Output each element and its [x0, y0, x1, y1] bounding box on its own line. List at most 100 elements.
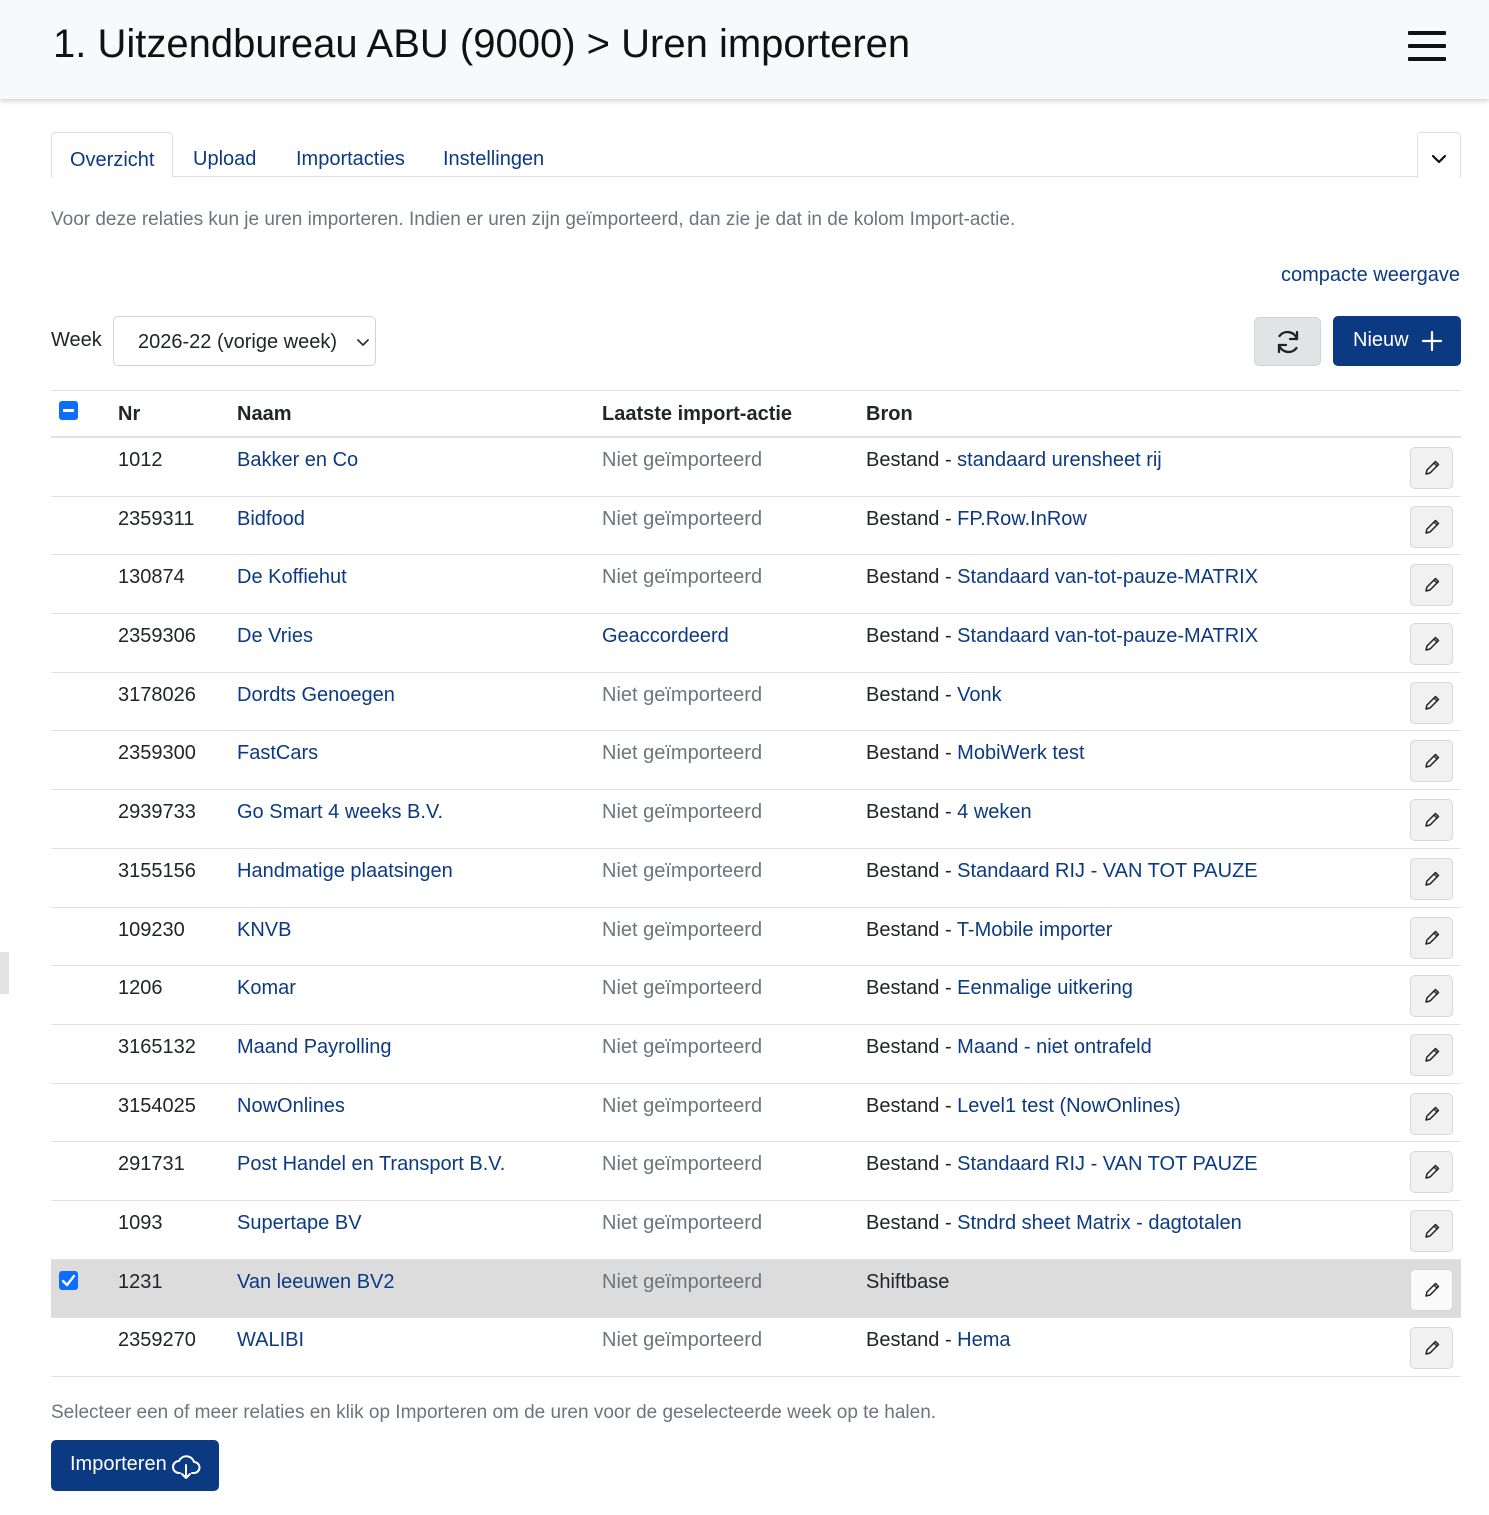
edit-button[interactable] [1410, 740, 1453, 783]
table-row[interactable]: 1012 Bakker en Co Niet geïmporteerd Bestand… [51, 438, 1461, 497]
edit-button[interactable] [1410, 916, 1453, 959]
row-name-link[interactable]: Komar [237, 977, 296, 1000]
bron-link[interactable]: Level1 test (NowOnlines) [957, 1095, 1180, 1117]
week-label: Week [51, 329, 102, 351]
bron-link[interactable]: MobiWerk test [957, 742, 1084, 764]
bron-link[interactable]: Standaard RIJ - VAN TOT PAUZE [957, 1153, 1257, 1175]
table-row[interactable]: 2359311 Bidfood Niet geïmporteerd Bestand -… [51, 497, 1461, 556]
row-import-status: Niet geïmporteerd [602, 742, 763, 765]
row-checkbox[interactable] [59, 1270, 78, 1290]
table-row[interactable]: 2359300 FastCars Niet geïmporteerd Bestand … [51, 731, 1461, 791]
row-name-link[interactable]: De Vries [237, 625, 313, 648]
row-name-link[interactable]: KNVB [237, 919, 291, 942]
week-select[interactable]: 2026-22 (vorige week) [113, 316, 376, 366]
row-name-link[interactable]: FastCars [237, 742, 318, 765]
bron-link[interactable]: Standaard van-tot-pauze-MATRIX [957, 625, 1258, 647]
edit-button[interactable] [1410, 447, 1453, 489]
table-row[interactable]: 1206 Komar Niet geïmporteerd Bestand - Eenm… [51, 966, 1461, 1025]
edit-button[interactable] [1410, 1092, 1453, 1135]
bron-link[interactable]: Standaard van-tot-pauze-MATRIX [957, 566, 1258, 588]
tab-importacties[interactable]: Importacties [296, 132, 405, 177]
bron-link[interactable]: Hema [957, 1329, 1010, 1351]
pencil-icon [1425, 930, 1440, 945]
pencil-icon [1425, 1282, 1440, 1297]
table-row[interactable]: 2939733 Go Smart 4 weeks B.V. Niet geïmpor… [51, 790, 1461, 849]
table-row[interactable]: 1231 Van leeuwen BV2 Niet geïmporteerd Shif… [51, 1259, 1461, 1319]
row-nr: 130874 [118, 566, 185, 589]
bron-link[interactable]: Maand - niet ontrafeld [957, 1036, 1152, 1058]
bron-link[interactable]: Stndrd sheet Matrix - dagtotalen [957, 1212, 1242, 1234]
row-nr: 3178026 [118, 683, 196, 706]
edit-button[interactable] [1410, 975, 1453, 1018]
new-button[interactable]: Nieuw [1333, 316, 1461, 366]
bron-link[interactable]: Eenmalige uitkering [957, 977, 1133, 999]
column-header-naam[interactable]: Naam [237, 403, 291, 426]
edit-button[interactable] [1410, 681, 1453, 724]
table-header: Nr Naam Laatste import-actie Bron [51, 391, 1461, 438]
side-panel-handle[interactable] [0, 952, 9, 994]
pencil-icon [1425, 1106, 1440, 1121]
edit-button[interactable] [1410, 857, 1453, 900]
pencil-icon [1425, 519, 1440, 534]
bron-link[interactable]: Standaard RIJ - VAN TOT PAUZE [957, 860, 1257, 882]
column-header-bron[interactable]: Bron [866, 403, 913, 426]
row-name-link[interactable]: NowOnlines [237, 1095, 345, 1118]
row-name-link[interactable]: De Koffiehut [237, 566, 347, 589]
edit-button[interactable] [1410, 564, 1453, 607]
tab-instellingen[interactable]: Instellingen [443, 132, 544, 177]
new-button-label: Nieuw [1353, 329, 1409, 351]
row-name-link[interactable]: Van leeuwen BV2 [237, 1271, 395, 1294]
bron-link[interactable]: 4 weken [957, 801, 1032, 823]
row-name-link[interactable]: WALIBI [237, 1329, 304, 1352]
row-bron: Bestand - Maand - niet ontrafeld [866, 1036, 1152, 1059]
refresh-icon [1277, 330, 1299, 354]
column-header-nr[interactable]: Nr [118, 403, 140, 426]
table-row[interactable]: 3178026 Dordts Genoegen Niet geïmporteerd B… [51, 673, 1461, 732]
bron-link[interactable]: standaard urensheet rij [957, 449, 1162, 471]
table-row[interactable]: 3155156 Handmatige plaatsingen Niet geïmpo… [51, 849, 1461, 908]
row-nr: 3155156 [118, 859, 196, 882]
bron-link[interactable]: FP.Row.InRow [957, 508, 1087, 530]
edit-button[interactable] [1410, 799, 1453, 842]
edit-button[interactable] [1410, 623, 1453, 666]
tabs-dropdown-toggle[interactable] [1417, 132, 1461, 178]
edit-button[interactable] [1410, 1209, 1453, 1252]
table-row[interactable]: 2359306 De Vries Geaccordeerd Bestand - Sta… [51, 614, 1461, 673]
table-row[interactable]: 109230 KNVB Niet geïmporteerd Bestand - T-M… [51, 908, 1461, 967]
edit-button[interactable] [1410, 1268, 1453, 1311]
row-name-link[interactable]: Dordts Genoegen [237, 684, 395, 707]
table-row[interactable]: 291731 Post Handel en Transport B.V. Niet … [51, 1142, 1461, 1201]
column-header-import-actie[interactable]: Laatste import-actie [602, 403, 792, 426]
tab-bar: Overzicht Upload Importacties Instelling… [51, 132, 1461, 178]
edit-button[interactable] [1410, 1033, 1453, 1076]
row-bron: Bestand - FP.Row.InRow [866, 508, 1087, 531]
row-name-link[interactable]: Go Smart 4 weeks B.V. [237, 801, 443, 824]
select-all-checkbox[interactable] [59, 401, 78, 420]
bron-type: Bestand - [866, 742, 958, 765]
hamburger-icon[interactable] [1408, 31, 1446, 61]
row-name-link[interactable]: Supertape BV [237, 1212, 362, 1235]
edit-button[interactable] [1410, 1327, 1453, 1370]
edit-button[interactable] [1410, 1151, 1453, 1194]
tab-upload[interactable]: Upload [193, 132, 256, 177]
row-name-link[interactable]: Bakker en Co [237, 449, 358, 472]
edit-button[interactable] [1410, 505, 1453, 548]
table-row[interactable]: 1093 Supertape BV Niet geïmporteerd Bestand… [51, 1201, 1461, 1260]
row-import-status[interactable]: Geaccordeerd [602, 625, 729, 648]
chevron-down-icon [357, 339, 369, 346]
row-name-link[interactable]: Maand Payrolling [237, 1036, 392, 1059]
import-button[interactable]: Importeren [51, 1440, 219, 1491]
table-row[interactable]: 3165132 Maand Payrolling Niet geïmporteerd… [51, 1025, 1461, 1084]
compact-view-link[interactable]: compacte weergave [1281, 264, 1460, 287]
table-row[interactable]: 3154025 NowOnlines Niet geïmporteerd Bestan… [51, 1084, 1461, 1143]
bron-link[interactable]: T-Mobile importer [957, 919, 1113, 941]
row-name-link[interactable]: Post Handel en Transport B.V. [237, 1153, 505, 1176]
tab-overzicht[interactable]: Overzicht [51, 132, 174, 178]
table-row[interactable]: 2359270 WALIBI Niet geïmporteerd Bestand - … [51, 1318, 1461, 1377]
row-nr: 1093 [118, 1211, 163, 1234]
row-name-link[interactable]: Bidfood [237, 508, 305, 531]
table-row[interactable]: 130874 De Koffiehut Niet geïmporteerd Besta… [51, 555, 1461, 615]
bron-link[interactable]: Vonk [957, 684, 1001, 706]
row-name-link[interactable]: Handmatige plaatsingen [237, 860, 453, 883]
refresh-button[interactable] [1254, 317, 1321, 366]
